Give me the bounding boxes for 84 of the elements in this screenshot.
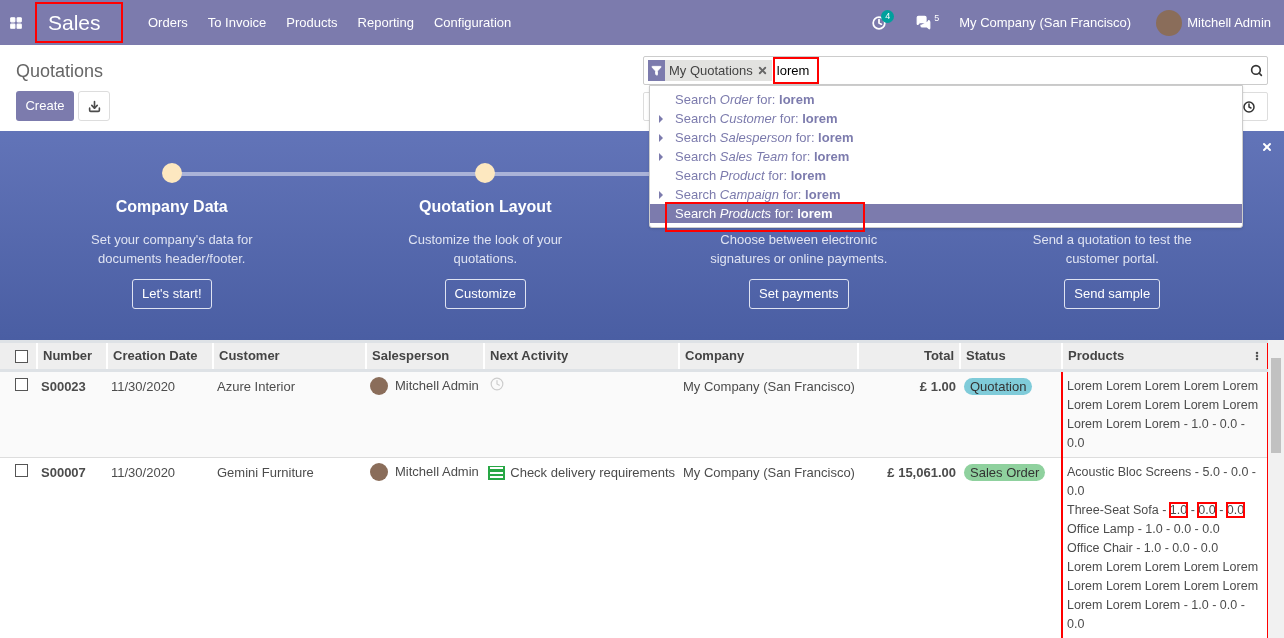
company-name: My Company (San Francisco) — [679, 457, 858, 638]
company-switcher[interactable]: My Company (San Francisco) — [959, 12, 1132, 33]
order-total: £ 1.00 — [858, 370, 960, 458]
column-header[interactable]: Total — [858, 341, 960, 371]
product-line: Office Chair - 1.0 - 0.0 - 0.0 — [1067, 540, 1220, 557]
remove-facet-icon[interactable] — [756, 65, 768, 76]
search-input[interactable]: lorem — [772, 57, 819, 84]
row-checkbox[interactable] — [15, 378, 28, 391]
search-suggestion[interactable]: Search Order for: lorem — [650, 90, 1242, 109]
menu-item[interactable]: Configuration — [433, 12, 512, 33]
avatar — [370, 462, 388, 481]
step-button[interactable]: Let's start! — [131, 279, 212, 309]
creation-date: 11/30/2020 — [107, 370, 213, 458]
product-line: Lorem Lorem Lorem Lorem Lorem Lorem Lorem Lorem Lorem Lorem Lorem Lorem Lorem - 1.0 - 0.0 - 0.0 — [1067, 559, 1260, 633]
step-title: Company Data — [115, 197, 228, 217]
salesperson-name: Mitchell Admin — [395, 377, 479, 395]
activity-icon[interactable] — [872, 15, 887, 30]
download-icon — [87, 99, 101, 113]
company-name: My Company (San Francisco) — [679, 370, 858, 458]
customer-name: Azure Interior — [213, 370, 366, 458]
expand-caret-icon[interactable] — [659, 190, 663, 199]
app-title[interactable]: Sales — [35, 2, 123, 43]
menu-item[interactable]: To Invoice — [207, 12, 267, 33]
menu-item[interactable]: Reporting — [357, 12, 414, 33]
status-badge: Sales Order — [964, 464, 1046, 481]
task-list-icon[interactable] — [488, 465, 506, 480]
expand-caret-icon[interactable] — [659, 133, 663, 142]
user-name[interactable]: Mitchell Admin — [1187, 12, 1271, 33]
order-number: S00007 — [37, 457, 107, 638]
salesperson-name: Mitchell Admin — [395, 463, 479, 481]
column-header[interactable]: Number — [37, 341, 107, 371]
activity-summary: Check delivery requirements — [510, 464, 675, 482]
expand-caret-icon[interactable] — [659, 152, 663, 161]
column-header[interactable]: Creation Date — [107, 341, 213, 371]
history-icon[interactable] — [1243, 100, 1255, 113]
page-title: Quotations — [16, 60, 104, 83]
step-title: Quotation Layout — [419, 197, 552, 217]
customer-name: Gemini Furniture — [213, 457, 366, 638]
search-icon[interactable] — [1250, 64, 1263, 77]
table-row[interactable] — [0, 457, 1268, 638]
scrollbar[interactable] — [1268, 340, 1284, 638]
search-facet[interactable]: My Quotations — [665, 60, 772, 81]
select-all-checkbox[interactable] — [15, 349, 28, 363]
messages-icon[interactable] — [916, 15, 932, 30]
step-button[interactable]: Customize — [444, 279, 526, 309]
product-line: Office Lamp - 1.0 - 0.0 - 0.0 — [1067, 521, 1221, 538]
step-button[interactable]: Set payments — [749, 279, 849, 309]
column-header[interactable]: Company — [679, 341, 858, 371]
step-description: Customize the look of your quotations. — [408, 231, 563, 268]
activity-count-badge: 4 — [881, 9, 895, 23]
creation-date: 11/30/2020 — [107, 457, 213, 638]
step-description: Send a quotation to test the customer portal. — [1032, 231, 1192, 268]
step-button[interactable]: Send sample — [1064, 279, 1161, 309]
column-header[interactable]: Customer — [213, 341, 366, 371]
product-line: Lorem Lorem Lorem Lorem Lorem Lorem Lorem Lorem Lorem Lorem Lorem Lorem Lorem - 1.0 - 0.0 - 0.0 — [1067, 378, 1260, 452]
apps-menu-icon[interactable] — [9, 15, 23, 30]
message-count: 5 — [934, 11, 940, 25]
step-description: Set your company's data for documents header/footer. — [91, 231, 253, 268]
step-description: Choose between electronic signatures or online payments. — [710, 231, 888, 268]
table-row[interactable]: S00023 11/30/2020 Azure Interior Mitchell Admin My Company (San Francisco) £ 1.00 Quotation Lorem Lorem Lorem Lorem Lorem Lorem Lorem Lorem Lorem Lorem Lorem Lorem Lorem - 1.0 - 0.0 - 0.0 — [0, 370, 1268, 458]
order-number: S00023 — [37, 370, 107, 458]
column-header[interactable]: Salesperson — [366, 341, 484, 371]
create-button[interactable]: Create — [16, 91, 74, 121]
product-line: Acoustic Bloc Screens - 5.0 - 0.0 - 0.0 — [1067, 464, 1257, 500]
search-suggestion[interactable]: Search Products for: lorem — [650, 204, 1242, 223]
close-icon[interactable] — [1261, 141, 1273, 153]
column-header[interactable]: Next Activity — [484, 341, 679, 371]
search-suggestion[interactable]: Search Customer for: lorem — [650, 109, 1242, 128]
filter-icon — [651, 65, 662, 76]
column-header[interactable]: Status — [960, 341, 1062, 371]
menu-item[interactable]: Orders — [148, 12, 188, 33]
search-suggestion[interactable]: Search Sales Team for: lorem — [650, 147, 1242, 166]
order-total: £ 15,061.00 — [858, 457, 960, 638]
row-checkbox[interactable] — [15, 464, 28, 477]
column-header[interactable]: Products — [1062, 341, 1268, 371]
search-suggestion[interactable]: Search Campaign for: lorem — [650, 185, 1242, 204]
status-badge: Quotation — [964, 378, 1033, 395]
avatar — [1156, 9, 1183, 36]
search-suggestion[interactable]: Search Salesperson for: lorem — [650, 128, 1242, 147]
download-button[interactable] — [78, 91, 110, 121]
expand-caret-icon[interactable] — [659, 114, 663, 123]
menu-item[interactable]: Products — [286, 12, 338, 33]
avatar — [370, 376, 388, 395]
search-suggestion[interactable]: Search Product for: lorem — [650, 166, 1242, 185]
